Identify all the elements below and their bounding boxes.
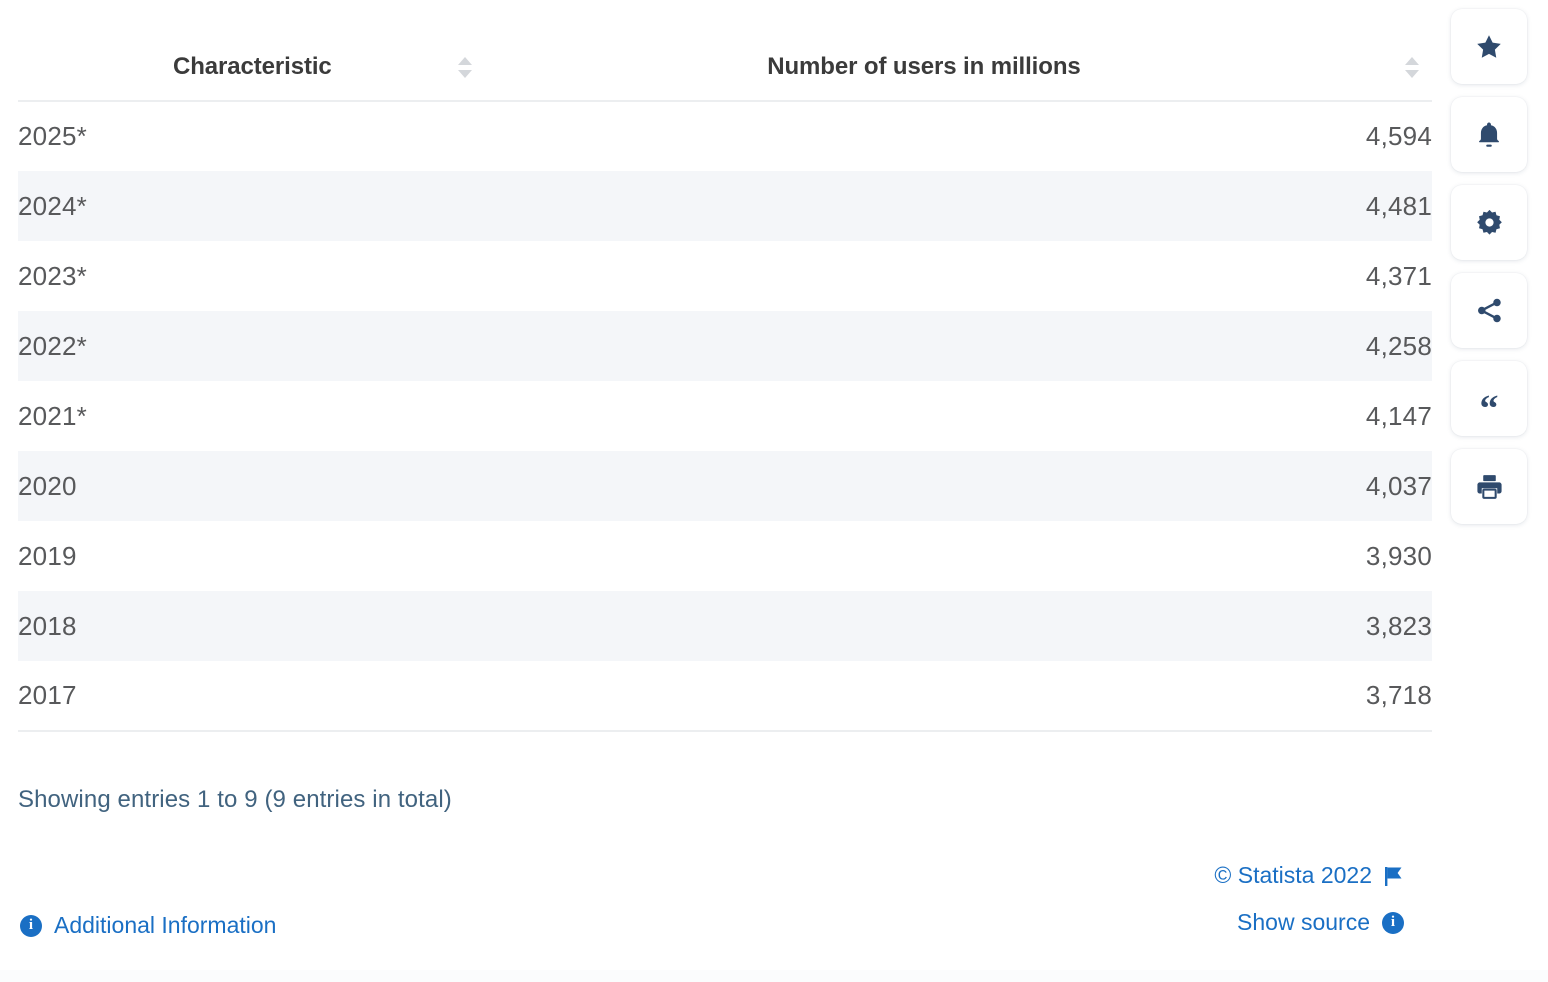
table-header-row: Characteristic Number of users in millio… [18, 52, 1432, 101]
cell-value: 4,371 [753, 241, 1432, 311]
sort-arrows-icon[interactable] [457, 52, 473, 82]
star-icon [1474, 32, 1504, 62]
bottom-divider [0, 970, 1548, 982]
print-button[interactable] [1451, 449, 1527, 524]
action-rail: “ [1451, 9, 1527, 524]
cell-value: 4,037 [753, 451, 1432, 521]
notification-bell-button[interactable] [1451, 97, 1527, 172]
show-source-link[interactable]: Show source i [1237, 909, 1404, 936]
sort-ascending-arrow-icon [1405, 57, 1419, 65]
table-row: 2025* 4,594 [18, 101, 1432, 171]
column-header-characteristic-label: Characteristic [173, 53, 332, 81]
cell-characteristic: 2021* [18, 381, 753, 451]
sort-descending-arrow-icon [1405, 70, 1419, 78]
copyright-link[interactable]: © Statista 2022 [1214, 862, 1404, 889]
citation-quote-button[interactable]: “ [1451, 361, 1527, 436]
cell-value: 3,823 [753, 591, 1432, 661]
cell-value: 4,147 [753, 381, 1432, 451]
copyright-label: © Statista 2022 [1214, 862, 1372, 889]
table-row: 2023* 4,371 [18, 241, 1432, 311]
table-row: 2021* 4,147 [18, 381, 1432, 451]
show-source-label: Show source [1237, 909, 1370, 936]
statistics-table: Characteristic Number of users in millio… [18, 52, 1432, 732]
gear-icon [1475, 208, 1504, 237]
cell-value: 3,930 [753, 521, 1432, 591]
table-row: 2018 3,823 [18, 591, 1432, 661]
settings-gear-button[interactable] [1451, 185, 1527, 260]
favorite-star-button[interactable] [1451, 9, 1527, 84]
entries-summary: Showing entries 1 to 9 (9 entries in tot… [18, 786, 452, 814]
quote-icon: “ [1480, 390, 1499, 428]
column-header-number-of-users-label: Number of users in millions [767, 53, 1080, 81]
column-header-characteristic[interactable]: Characteristic [18, 52, 753, 101]
cell-characteristic: 2023* [18, 241, 753, 311]
table-row: 2024* 4,481 [18, 171, 1432, 241]
bell-icon [1475, 120, 1503, 150]
cell-characteristic: 2024* [18, 171, 753, 241]
print-icon [1475, 472, 1504, 501]
page-root: Characteristic Number of users in millio… [0, 0, 1548, 982]
column-header-number-of-users[interactable]: Number of users in millions [753, 52, 1432, 101]
flag-icon [1384, 865, 1404, 887]
cell-value: 4,481 [753, 171, 1432, 241]
cell-value: 4,258 [753, 311, 1432, 381]
footer-left: i Additional Information [20, 912, 276, 939]
sort-descending-arrow-icon [458, 70, 472, 78]
cell-characteristic: 2020 [18, 451, 753, 521]
table-header: Characteristic Number of users in millio… [18, 52, 1432, 101]
cell-characteristic: 2019 [18, 521, 753, 591]
sort-arrows-icon[interactable] [1404, 52, 1420, 82]
info-icon: i [1382, 912, 1404, 934]
additional-information-label: Additional Information [54, 912, 276, 939]
additional-information-link[interactable]: i Additional Information [20, 912, 276, 939]
main-content: Characteristic Number of users in millio… [0, 0, 1450, 982]
cell-characteristic: 2017 [18, 661, 753, 731]
share-button[interactable] [1451, 273, 1527, 348]
cell-value: 4,594 [753, 101, 1432, 171]
share-icon [1475, 296, 1504, 325]
table-row: 2020 4,037 [18, 451, 1432, 521]
cell-characteristic: 2018 [18, 591, 753, 661]
sort-ascending-arrow-icon [458, 57, 472, 65]
data-table-container: Characteristic Number of users in millio… [18, 52, 1432, 732]
table-row: 2019 3,930 [18, 521, 1432, 591]
table-body: 2025* 4,594 2024* 4,481 2023* 4,371 2022… [18, 101, 1432, 731]
cell-characteristic: 2022* [18, 311, 753, 381]
table-row: 2022* 4,258 [18, 311, 1432, 381]
footer-right: © Statista 2022 Show source i [1214, 862, 1404, 936]
table-row: 2017 3,718 [18, 661, 1432, 731]
info-icon: i [20, 915, 42, 937]
cell-value: 3,718 [753, 661, 1432, 731]
cell-characteristic: 2025* [18, 101, 753, 171]
